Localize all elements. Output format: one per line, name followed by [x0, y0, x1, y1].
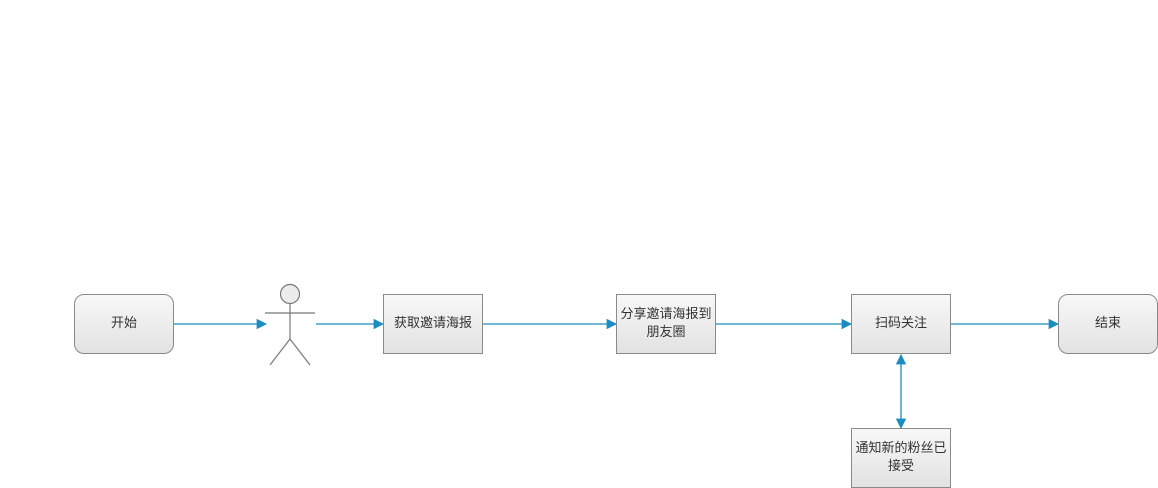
notify-node: 通知新的粉丝已 接受 — [851, 428, 951, 488]
end-node: 结束 — [1058, 294, 1158, 354]
scan-follow-node-label: 扫码关注 — [874, 316, 927, 331]
get-poster-node: 获取邀请海报 — [383, 294, 483, 354]
end-node-label: 结束 — [1094, 316, 1121, 331]
start-node: 开始 — [74, 294, 174, 354]
start-node-label: 开始 — [110, 316, 137, 331]
notify-node-label: 通知新的粉丝已 接受 — [855, 441, 947, 474]
get-poster-node-label: 获取邀请海报 — [393, 316, 472, 331]
flowchart-canvas: 开始 获取邀请海报 分享邀请海报到 朋友圈 扫码关注 结束 通知新的粉丝已 接受 — [0, 0, 1158, 488]
user-icon — [265, 283, 315, 366]
scan-follow-node: 扫码关注 — [851, 294, 951, 354]
share-poster-node: 分享邀请海报到 朋友圈 — [616, 294, 716, 354]
connectors-layer — [174, 283, 1060, 430]
share-poster-node-label: 分享邀请海报到 朋友圈 — [620, 307, 712, 340]
